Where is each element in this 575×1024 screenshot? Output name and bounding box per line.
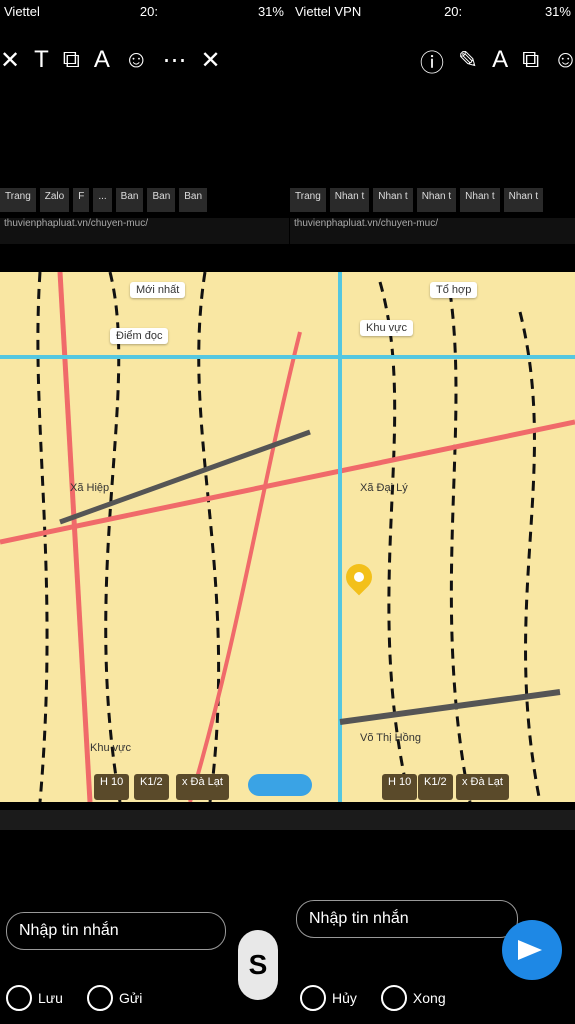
done-icon <box>380 985 407 1011</box>
map-chip[interactable]: Điểm đọc <box>110 328 169 344</box>
map-bottom-chip[interactable]: x Đà Lạt <box>456 774 509 800</box>
save-button[interactable]: Lưu <box>6 985 63 1011</box>
map-label: Xã Hiệp <box>70 482 110 494</box>
tab[interactable]: Ban <box>115 188 144 212</box>
font-icon[interactable]: A <box>492 46 508 74</box>
divider <box>0 810 575 830</box>
map-bottom-chip[interactable]: x Đà Lạt <box>176 774 229 800</box>
map-canvas[interactable]: Mới nhất Điểm đọc Khu vực Tổ hợp Võ Thị … <box>0 272 575 802</box>
tab[interactable]: Nhan t <box>416 188 457 212</box>
text-icon[interactable]: T <box>34 46 49 74</box>
save-icon <box>6 985 32 1011</box>
editor-toolbar-left: ✕ T ⧉ A ☺ ⋯ ✕ <box>0 34 285 86</box>
cancel-label: Hủy <box>332 990 357 1006</box>
info-icon[interactable]: ⓘ <box>420 43 444 78</box>
close-icon[interactable]: ✕ <box>200 46 220 75</box>
carrier-label: Viettel <box>4 3 40 19</box>
message-input[interactable]: Nhập tin nhắn <box>6 912 226 950</box>
battery-label: 31% <box>257 3 284 19</box>
tab[interactable]: Nhan t <box>460 188 500 212</box>
sticker-icon[interactable]: ☺ <box>124 46 149 74</box>
sticker-icon[interactable]: S <box>238 930 278 1000</box>
bottom-nav-right: Hủy Xong <box>300 978 460 1018</box>
map-label: Võ Thị Hồng <box>360 732 421 744</box>
status-bar-right: Viettel VPN 20: 31% <box>295 0 571 22</box>
time-label: 20: <box>139 3 158 19</box>
send-icon <box>86 985 113 1011</box>
message-input[interactable]: Nhập tin nhắn <box>296 900 518 938</box>
close-icon[interactable]: ✕ <box>0 46 20 75</box>
crop-icon[interactable]: ⧉ <box>522 46 539 74</box>
browser-tabs-left: Trang Zalo F ... Ban Ban Ban <box>0 188 285 212</box>
map-label: Xã Đại Lý <box>360 482 408 494</box>
tab[interactable]: Nhan t <box>503 188 544 212</box>
tab[interactable]: Zalo <box>39 188 70 212</box>
tab[interactable]: Ban <box>147 188 176 212</box>
map-bottom-chip[interactable]: K1/2 <box>134 774 169 800</box>
crop-icon[interactable]: ⧉ <box>63 46 80 74</box>
map-chip[interactable]: Khu vực <box>360 320 413 336</box>
tab[interactable]: Trang <box>0 188 36 212</box>
browser-tabs-right: Trang Nhan t Nhan t Nhan t Nhan t Nhan t <box>290 188 575 212</box>
current-location-button[interactable] <box>248 774 312 796</box>
battery-label: 31% <box>544 3 571 19</box>
done-label: Xong <box>412 990 446 1006</box>
tab[interactable]: Ban <box>179 188 208 212</box>
editor-toolbar-right: ⓘ ✎ A ⧉ ☺ <box>420 34 575 86</box>
tab[interactable]: ... <box>93 188 112 212</box>
carrier-label: Viettel VPN <box>295 3 362 19</box>
draw-icon[interactable]: ✎ <box>458 46 478 75</box>
time-label: 20: <box>444 3 463 19</box>
send-label: Gửi <box>118 990 143 1006</box>
map-bottom-chip[interactable]: K1/2 <box>418 774 453 800</box>
tab[interactable]: Trang <box>290 188 326 212</box>
send-button[interactable]: Gửi <box>86 985 143 1011</box>
cancel-icon <box>300 985 326 1011</box>
tab[interactable]: Nhan t <box>329 188 370 212</box>
send-button[interactable] <box>502 920 562 980</box>
cancel-button[interactable]: Hủy <box>300 985 357 1011</box>
bottom-nav-left: Lưu Gửi <box>6 978 226 1018</box>
map-label: Khu vực <box>90 742 131 754</box>
map-lines <box>0 272 575 802</box>
status-bar-left: Viettel 20: 31% <box>4 0 284 22</box>
more-icon[interactable]: ⋯ <box>162 46 186 75</box>
done-button[interactable]: Xong <box>380 985 446 1011</box>
map-chip[interactable]: Tổ hợp <box>430 282 478 298</box>
tab[interactable]: F <box>73 188 90 212</box>
map-bottom-chip[interactable]: H 10 <box>94 774 130 800</box>
font-icon[interactable]: A <box>94 46 110 74</box>
tab[interactable]: Nhan t <box>373 188 413 212</box>
sticker-icon[interactable]: ☺ <box>553 46 575 74</box>
map-chip[interactable]: Mới nhất <box>130 282 186 298</box>
save-label: Lưu <box>38 990 63 1006</box>
url-bar[interactable]: thuvienphapluat.vn/chuyen-muc/ <box>0 218 289 244</box>
map-bottom-chip[interactable]: H 10 <box>382 774 418 800</box>
url-bar[interactable]: thuvienphapluat.vn/chuyen-muc/ <box>290 218 575 244</box>
